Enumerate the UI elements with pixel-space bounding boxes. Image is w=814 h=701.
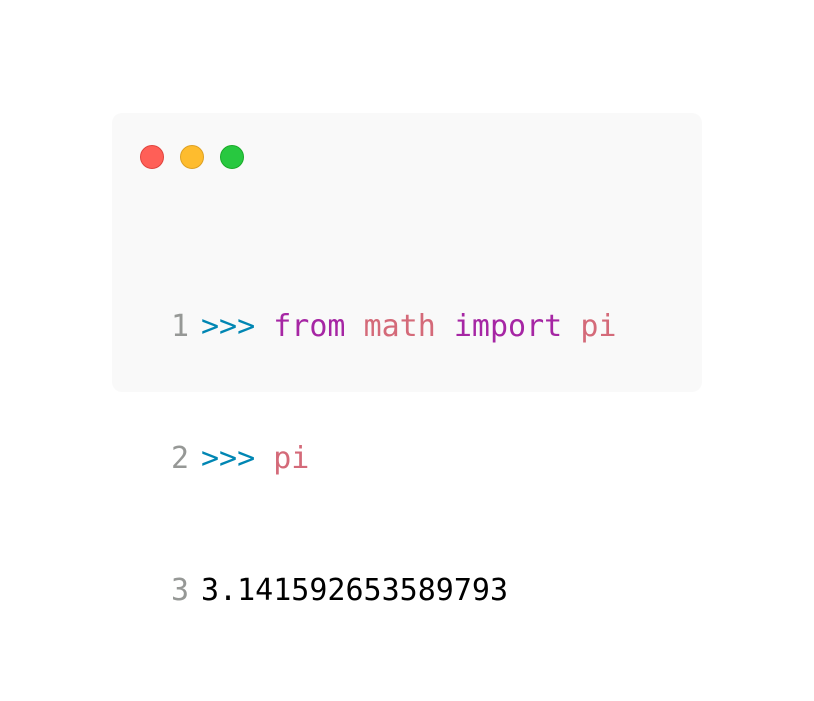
imported-name: pi [580, 309, 617, 344]
close-dot-icon[interactable] [140, 145, 164, 169]
repl-prompt: >>> [201, 441, 256, 476]
code-line-1: 1 >>> from math import pi [164, 305, 617, 349]
window-controls [140, 145, 244, 169]
minimize-dot-icon[interactable] [180, 145, 204, 169]
variable-name: pi [273, 441, 310, 476]
line-number: 3 [170, 573, 189, 608]
line-number: 2 [170, 441, 189, 476]
repl-prompt: >>> [201, 309, 256, 344]
code-block: 1 >>> from math import pi 2 >>> pi 3 3.1… [164, 217, 617, 701]
code-window: 1 >>> from math import pi 2 >>> pi 3 3.1… [112, 113, 702, 608]
code-line-3: 3 3.141592653589793 [164, 569, 616, 613]
keyword-import: import [453, 309, 563, 344]
line-number: 1 [170, 309, 189, 344]
repl-output: 3.141592653589793 [201, 573, 509, 608]
zoom-dot-icon[interactable] [220, 145, 244, 169]
module-name: math [363, 309, 436, 344]
keyword-from: from [273, 309, 346, 344]
code-line-2: 2 >>> pi [164, 437, 616, 481]
